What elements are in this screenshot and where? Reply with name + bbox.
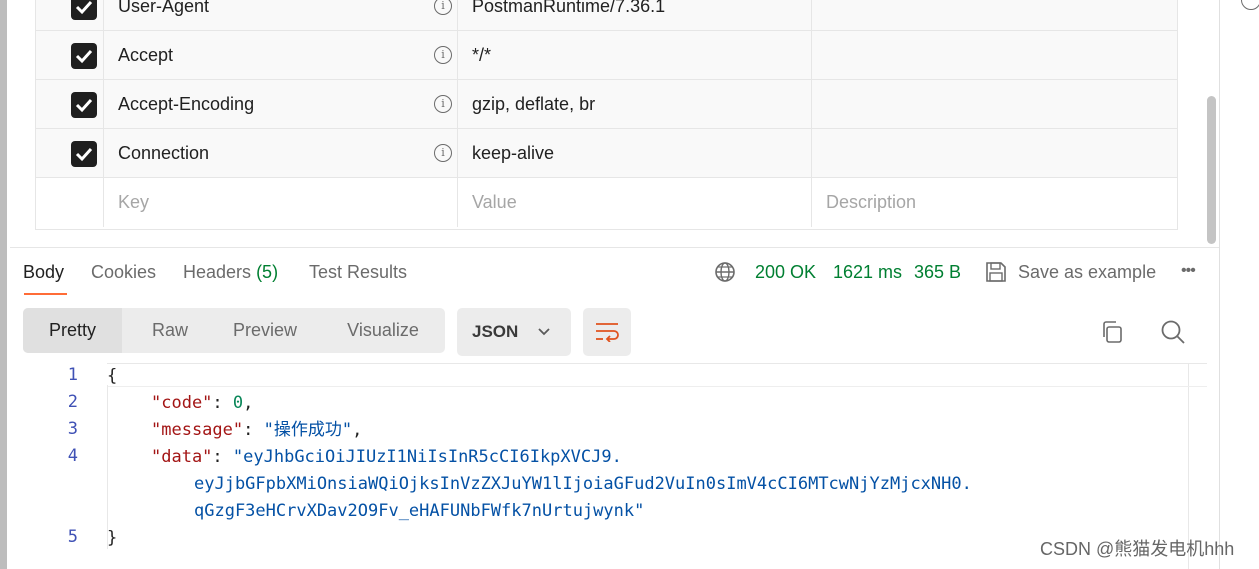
- checkbox-checked-icon[interactable]: [71, 92, 97, 118]
- status-code[interactable]: 200 OK: [755, 261, 816, 283]
- json-colon: :: [212, 447, 233, 467]
- checkbox-checked-icon[interactable]: [71, 0, 97, 20]
- view-pretty-button[interactable]: Pretty: [23, 308, 122, 353]
- headers-count-badge: (5): [256, 262, 279, 282]
- header-value[interactable]: */*: [472, 31, 491, 80]
- wrap-icon: [596, 323, 619, 342]
- json-key: "code": [151, 393, 213, 413]
- info-icon[interactable]: i: [434, 95, 452, 113]
- json-number: 0: [232, 393, 244, 413]
- copy-icon[interactable]: [1100, 320, 1124, 344]
- watermark: CSDN @熊猫发电机hhh: [1040, 539, 1235, 559]
- view-preview-button[interactable]: Preview: [223, 308, 307, 353]
- indent-guide: [107, 385, 108, 549]
- json-string-wrapped[interactable]: eyJjbGFpbXMiOnsiaWQiOjksInVzZXJuYW1lIjoi…: [194, 473, 972, 495]
- info-icon[interactable]: i: [434, 46, 452, 64]
- info-icon[interactable]: [1241, 0, 1259, 10]
- json-colon: :: [212, 393, 233, 413]
- line-number: 1: [67, 365, 78, 385]
- active-tab-indicator: [24, 293, 67, 295]
- open-brace: {: [107, 366, 118, 386]
- code-line[interactable]: "code": 0,: [151, 392, 253, 414]
- checkbox-checked-icon[interactable]: [71, 141, 97, 167]
- header-row[interactable]: Accept i */*: [36, 31, 1177, 80]
- search-icon[interactable]: [1160, 319, 1186, 345]
- description-input[interactable]: Description: [826, 178, 916, 227]
- header-key[interactable]: Accept: [118, 31, 173, 80]
- format-dropdown[interactable]: JSON: [457, 308, 571, 356]
- left-edge: [0, 0, 7, 569]
- right-panel-divider: [1219, 0, 1220, 569]
- view-visualize-button[interactable]: Visualize: [337, 308, 429, 353]
- header-key[interactable]: User-Agent: [118, 0, 209, 31]
- json-string: "操作成功": [263, 420, 353, 440]
- header-row[interactable]: Connection i keep-alive: [36, 129, 1177, 178]
- tab-headers[interactable]: Headers (5): [183, 261, 278, 283]
- new-header-row[interactable]: Key Value Description: [36, 178, 1177, 227]
- tab-headers-label: Headers: [183, 262, 252, 282]
- json-key: "data": [151, 447, 213, 467]
- key-input[interactable]: Key: [118, 178, 149, 227]
- header-key[interactable]: Connection: [118, 129, 209, 178]
- info-icon[interactable]: i: [434, 0, 452, 15]
- view-raw-button[interactable]: Raw: [141, 308, 199, 353]
- save-icon[interactable]: [985, 261, 1007, 283]
- tab-test-results[interactable]: Test Results: [309, 261, 407, 283]
- tab-body[interactable]: Body: [23, 261, 64, 283]
- view-mode-selector: Pretty Raw Preview Visualize: [23, 308, 445, 353]
- line-number: 4: [67, 446, 78, 466]
- scrollbar-thumb[interactable]: [1207, 96, 1216, 244]
- code-line[interactable]: {: [107, 365, 117, 387]
- info-icon[interactable]: i: [434, 144, 452, 162]
- response-time[interactable]: 1621 ms: [833, 261, 902, 283]
- header-value[interactable]: gzip, deflate, br: [472, 80, 595, 129]
- code-line[interactable]: }: [107, 527, 117, 549]
- value-input[interactable]: Value: [472, 178, 517, 227]
- json-colon: :: [243, 420, 264, 440]
- json-string: "eyJhbGciOiJIUzI1NiIsInR5cCI6IkpXVCJ9.: [232, 447, 622, 467]
- save-as-example-button[interactable]: Save as example: [1018, 261, 1156, 283]
- request-headers-table: User-Agent i PostmanRuntime/7.36.1 Accep…: [35, 0, 1178, 230]
- header-value[interactable]: PostmanRuntime/7.36.1: [472, 0, 665, 31]
- chevron-down-icon: [538, 328, 550, 336]
- code-line[interactable]: "message": "操作成功",: [151, 419, 362, 441]
- header-row[interactable]: User-Agent i PostmanRuntime/7.36.1: [36, 0, 1177, 31]
- json-key: "message": [151, 420, 244, 440]
- current-line-highlight: [107, 364, 1207, 387]
- tab-cookies[interactable]: Cookies: [91, 261, 156, 283]
- globe-icon[interactable]: [714, 261, 736, 283]
- response-size[interactable]: 365 B: [914, 261, 961, 283]
- wrap-lines-button[interactable]: [583, 308, 631, 356]
- json-comma: ,: [243, 393, 254, 413]
- more-options-icon[interactable]: •••: [1181, 262, 1196, 280]
- json-comma: ,: [352, 420, 363, 440]
- json-string-wrapped[interactable]: qGzgF3eHCrvXDav2O9Fv_eHAFUNbFWfk7nUrtujw…: [194, 500, 644, 522]
- close-brace: }: [107, 528, 118, 548]
- line-number: 2: [67, 392, 78, 412]
- code-line[interactable]: "data": "eyJhbGciOiJIUzI1NiIsInR5cCI6Ikp…: [151, 446, 622, 468]
- format-label: JSON: [472, 322, 519, 341]
- header-row[interactable]: Accept-Encoding i gzip, deflate, br: [36, 80, 1177, 129]
- header-key[interactable]: Accept-Encoding: [118, 80, 254, 129]
- header-value[interactable]: keep-alive: [472, 129, 554, 178]
- divider: [10, 247, 1219, 248]
- line-number: 5: [67, 527, 78, 547]
- checkbox-checked-icon[interactable]: [71, 43, 97, 69]
- line-number: 3: [67, 419, 78, 439]
